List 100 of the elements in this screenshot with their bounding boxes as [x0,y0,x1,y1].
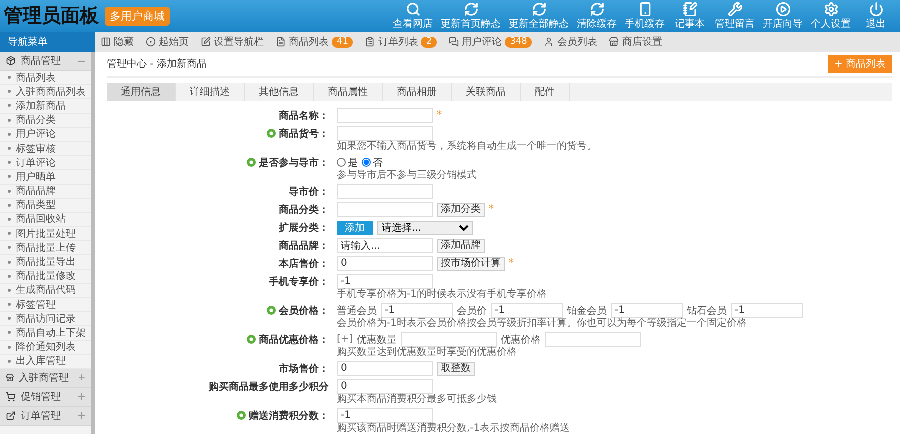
sidebar-item[interactable]: 订单评论 [0,156,91,170]
header-action[interactable]: 查看网店 [390,2,436,30]
sidebar-item[interactable]: 标签管理 [0,298,91,312]
bullet-icon [8,260,11,264]
toolbar-link[interactable]: 设置导航栏 [201,35,264,49]
sidebar-item[interactable]: 商品列表 [0,71,91,86]
form-button[interactable]: 添加分类 [437,202,485,216]
sidebar-group[interactable]: 入驻商管理 [0,368,91,388]
header-action[interactable]: 更新首页静态 [438,2,504,30]
input-field[interactable] [337,126,433,141]
toolbar-link[interactable]: 起始页 [146,35,189,49]
sidebar-item[interactable]: 商品回收站 [0,212,91,228]
edit-icon [201,37,211,47]
input-field[interactable]: -1 [337,274,433,289]
hint-text: 手机专享价格为-1的时候表示没有手机专享价格 [337,289,547,300]
sidebar-item[interactable]: 用户晒单 [0,170,91,184]
sidebar-item[interactable]: 商品批量修改 [0,270,91,284]
sidebar-item[interactable]: 标签审核 [0,142,91,156]
header-action[interactable]: 退出 [856,2,896,30]
sidebar-group[interactable]: 商品管理 [0,52,91,71]
category-select[interactable]: 请选择... [377,220,473,234]
input-field[interactable]: 0 [337,379,433,394]
play-icon [776,2,790,16]
input-field[interactable]: -1 [337,408,433,423]
header-action[interactable]: 清除缓存 [574,2,620,30]
bullet-icon [8,104,11,108]
tab[interactable]: 商品相册 [383,83,452,101]
count-badge: 41 [332,36,354,48]
header-action[interactable]: 开店向导 [760,2,806,30]
bullet-icon [8,132,11,136]
tab[interactable]: 商品属性 [314,83,383,101]
input-field[interactable] [337,108,433,123]
toolbar-link[interactable]: 会员列表 [544,35,598,49]
sidebar-group[interactable]: 订单管理 [0,406,91,426]
hint-text: 购买本商品消费积分最多可抵多少钱 [337,394,497,405]
header-action[interactable]: 记事本 [670,2,710,30]
sidebar-item[interactable]: 商品类型 [0,198,91,213]
bullet-icon [8,274,11,278]
external-link-icon [6,410,16,421]
header-action[interactable]: 管理留言 [712,2,758,30]
input-field[interactable] [337,202,433,217]
toolbar-link[interactable]: 商店设置 [609,35,662,49]
header-action[interactable]: 手机缓存 [622,2,668,30]
toolbar-link[interactable]: 用户评论 348 [449,35,532,49]
radio-button[interactable] [337,158,346,167]
input-field[interactable]: -1 [731,303,803,318]
input-field[interactable]: -1 [491,303,563,318]
field-label: 商品品牌： [279,239,329,252]
user-icon [544,37,554,47]
app-title: 管理员面板 [4,4,99,29]
hint-text: 参与导市后不参与三级分销模式 [337,170,477,181]
input-field[interactable]: -1 [381,303,453,318]
tab[interactable]: 配件 [521,83,570,101]
sidebar-item[interactable]: 添加新商品 [0,99,91,114]
sidebar-group[interactable]: 促销管理 [0,388,91,407]
level-label: 普通会员 [337,304,377,318]
sidebar-item[interactable]: 商品品牌 [0,184,91,199]
required-mark: * [489,204,494,215]
sidebar-item[interactable]: 商品批量上传 [0,241,91,256]
input-field[interactable]: 请输入... [337,238,433,253]
columns-icon [101,37,111,47]
tab[interactable]: 通用信息 [107,83,176,101]
form-button[interactable]: 按市场价计算 [437,256,505,270]
toolbar-link[interactable]: 隐藏 [101,35,134,49]
tab[interactable]: 详细描述 [176,83,245,101]
field-label: 导市价： [289,185,329,198]
sidebar-item[interactable]: 商品分类 [0,114,91,128]
sidebar-item[interactable]: 降价通知列表 [0,340,91,355]
sidebar-item[interactable]: 生成商品代码 [0,284,91,298]
input-field[interactable]: -1 [611,303,683,318]
sidebar-item[interactable]: 商品批量导出 [0,255,91,270]
bullet-icon [8,190,11,193]
sidebar-item[interactable]: 图片批量处理 [0,227,91,242]
sidebar-item[interactable]: 商品访问记录 [0,312,91,326]
sidebar-item[interactable]: 入驻商商品列表 [0,85,91,100]
tab[interactable]: 关联商品 [452,83,521,101]
field-label: 优惠价格 [501,334,542,346]
input-field[interactable] [337,184,433,199]
input-field[interactable]: 0 [337,256,433,271]
input-field[interactable]: 0 [337,361,433,376]
level-label: 铂金会员 [567,304,607,318]
form-button[interactable]: 添加品牌 [437,238,485,252]
input-field[interactable] [545,332,642,347]
notepad-icon [682,2,698,16]
bullet-icon [8,90,11,94]
form-button[interactable]: 取整数 [437,362,475,376]
tab[interactable]: 其他信息 [245,83,314,101]
sidebar-item[interactable]: 用户评论 [0,128,91,142]
radio-button[interactable] [362,158,371,167]
header-action[interactable]: 个人设置 [808,2,854,30]
sidebar-item[interactable]: 商品自动上下架 [0,326,91,341]
toolbar-link[interactable]: 商品列表 41 [276,35,354,49]
input-field[interactable] [401,332,498,347]
bullet-icon [8,175,11,178]
bullet-icon [8,346,11,349]
header-action[interactable]: 更新全部静态 [506,2,572,30]
toolbar-link[interactable]: 订单列表 2 [365,35,438,49]
add-link[interactable]: [+] [337,334,354,345]
store-icon [609,37,620,47]
level-label: 钻石会员 [687,304,727,318]
